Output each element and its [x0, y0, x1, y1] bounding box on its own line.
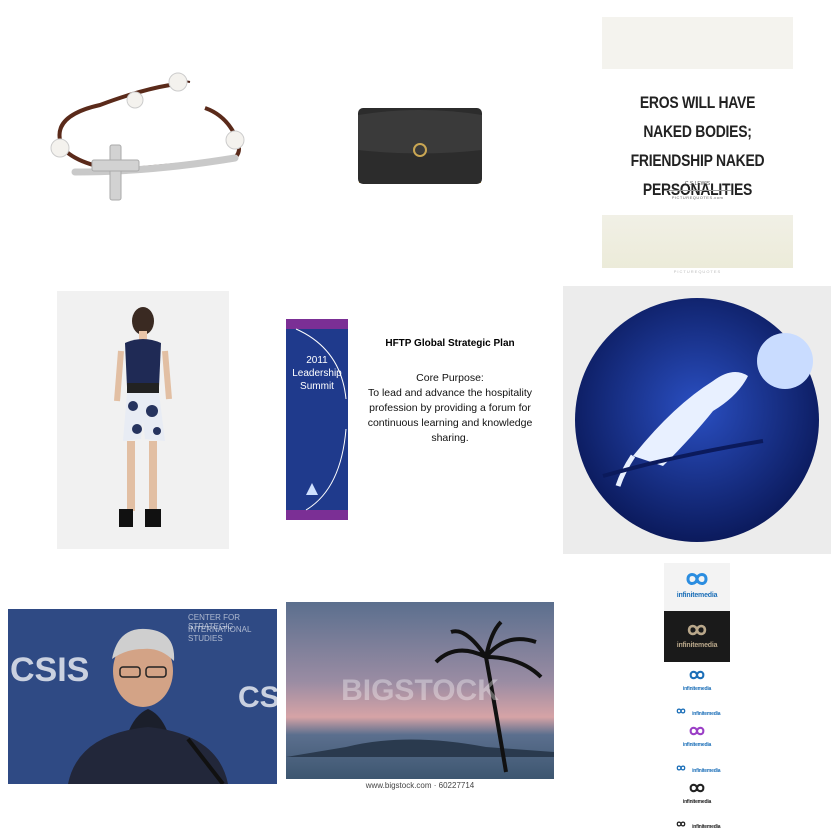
- quote-footer-text: PICTUREQUOTES: [673, 269, 722, 274]
- logo-variant-6[interactable]: infinitemedia: [664, 759, 730, 777]
- bigstock-watermark: BIGSTOCK: [341, 674, 499, 707]
- quote-header-band: [602, 17, 793, 69]
- infinity-icon: [676, 708, 685, 714]
- logo-variant-2[interactable]: infinitemedia: [664, 611, 730, 662]
- backdrop-label-top2: INTERNATIONAL STUDIES: [188, 625, 252, 643]
- logo-variant-4[interactable]: infinitemedia: [664, 702, 730, 720]
- logo-variant-7[interactable]: infinitemedia: [664, 781, 730, 805]
- logo-wordmark-3: infinitemedia: [682, 686, 712, 692]
- quote-author: C.S.LEWIS: [684, 181, 711, 187]
- logo-variant-1[interactable]: infinitemedia: [664, 563, 730, 611]
- backdrop-label-left: CSIS: [10, 651, 90, 689]
- logo-variant-5[interactable]: infinitemedia: [664, 724, 730, 748]
- bracelet-drawing: [50, 72, 245, 201]
- infinity-icon: [689, 670, 705, 680]
- logo-variant-3[interactable]: infinitemedia: [664, 668, 730, 692]
- logo-wordmark-8: infinitemedia: [692, 824, 721, 830]
- infinity-icon: [689, 726, 705, 736]
- logo-wordmark-6: infinitemedia: [692, 768, 721, 774]
- summit-banner-text: 2011 Leadership Summit: [292, 355, 342, 392]
- beach-palm-image[interactable]: BIGSTOCK: [286, 602, 554, 779]
- hftp-title: HFTP Global Strategic Plan: [385, 338, 515, 349]
- core-purpose-label: Core Purpose:: [416, 372, 484, 384]
- quote-site: PICTUREQUOTES.com: [671, 195, 724, 200]
- quote-footer-band: [602, 215, 793, 268]
- cat-moon-sticker-image[interactable]: [563, 286, 831, 554]
- infinity-icon: [676, 821, 685, 827]
- bracelet-image[interactable]: [30, 60, 260, 220]
- model-drawing: [114, 307, 172, 527]
- banner-decoration: [286, 319, 348, 520]
- logo-wordmark-5: infinitemedia: [682, 742, 712, 748]
- logo-wordmark-7: infinitemedia: [682, 799, 712, 805]
- quote-divider: [665, 190, 731, 191]
- handbag-drawing: [358, 108, 482, 185]
- logo-wordmark-4: infinitemedia: [692, 711, 721, 717]
- backdrop-label-right: CSIS: [238, 681, 277, 714]
- logo-wordmark-2: infinitemedia: [676, 642, 718, 649]
- logo-wordmark-1: infinitemedia: [676, 592, 718, 599]
- logo-variant-8[interactable]: infinitemedia: [664, 815, 730, 833]
- handbag-image[interactable]: [340, 95, 500, 195]
- infinity-icon: [664, 611, 730, 642]
- fashion-model-image[interactable]: [57, 291, 229, 549]
- sticker-drawing: [575, 298, 819, 542]
- infinity-icon: [664, 563, 730, 592]
- speaker-photo[interactable]: CSIS CSIS CENTER FOR STRATEGIC INTERNATI…: [8, 609, 277, 784]
- core-purpose-text: To lead and advance the hospitality prof…: [367, 387, 533, 444]
- infinity-icon: [689, 783, 705, 793]
- hftp-core-purpose: Core Purpose: To lead and advance the ho…: [352, 371, 548, 446]
- bigstock-url: www.bigstock.com · 60227714: [365, 781, 475, 790]
- infinity-icon: [676, 765, 685, 771]
- summit-banner: [286, 319, 348, 520]
